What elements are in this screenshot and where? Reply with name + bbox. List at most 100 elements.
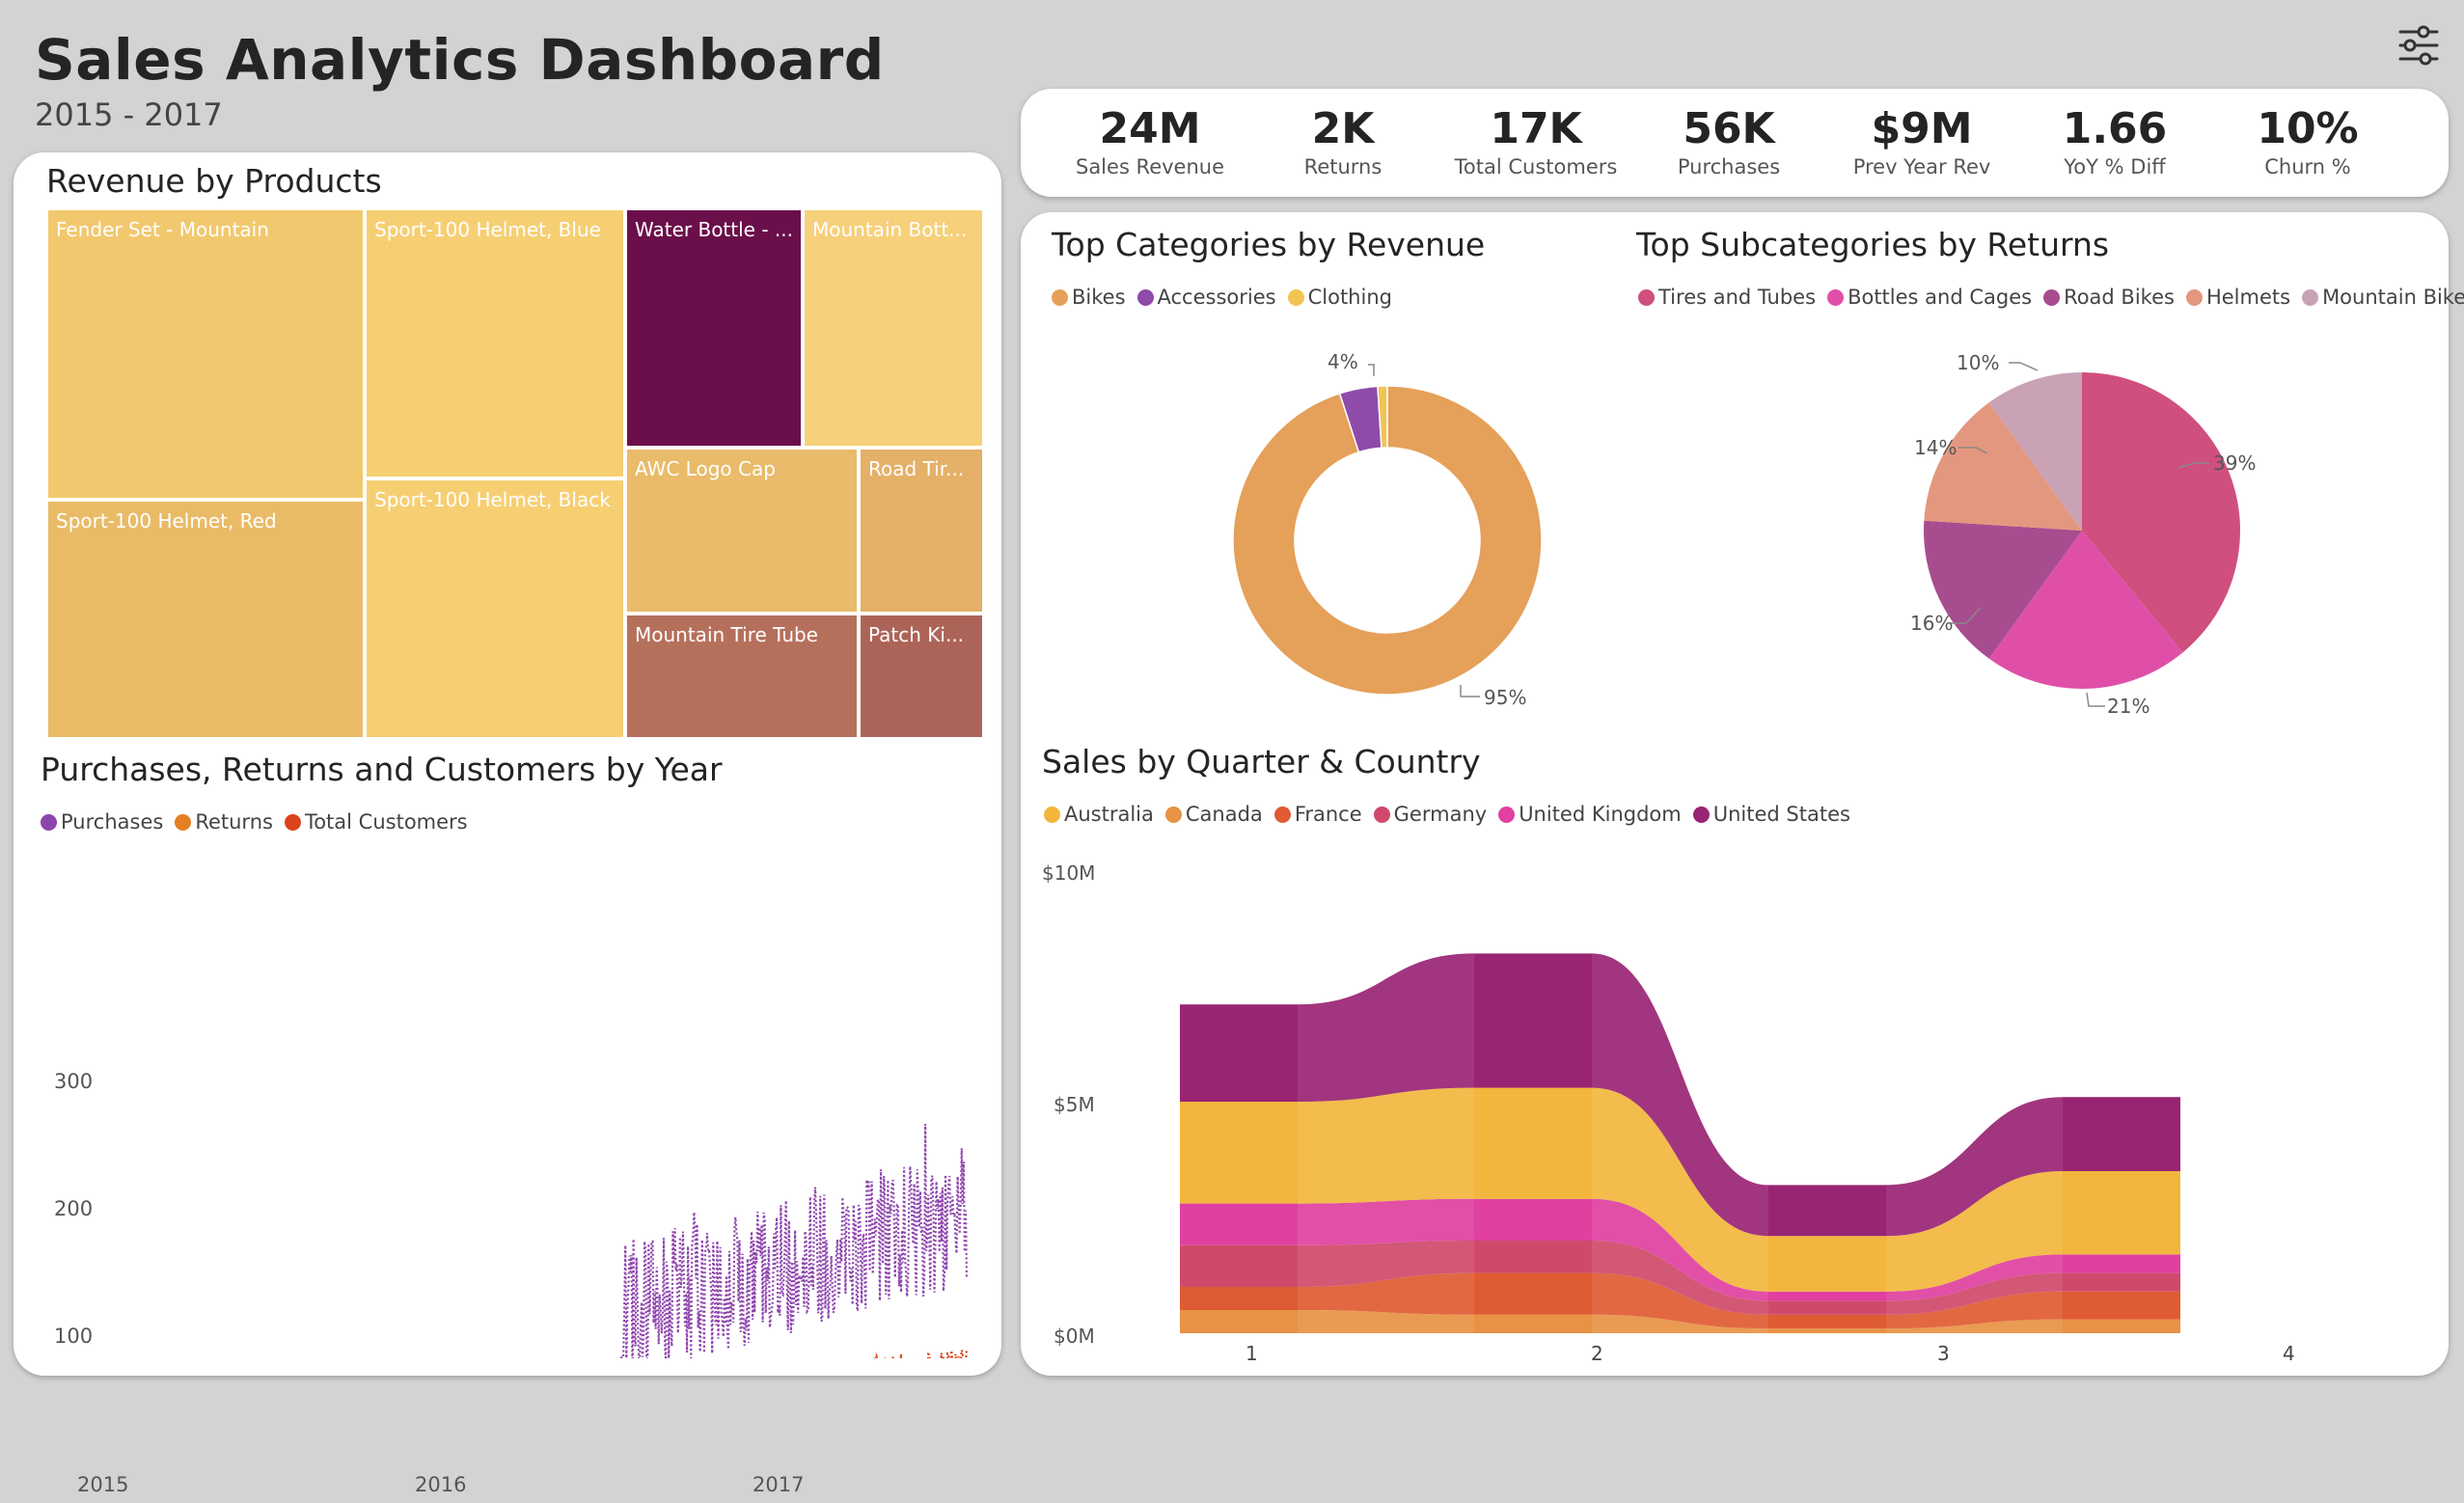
ribbon-segment[interactable] <box>2063 1097 2180 1171</box>
treemap-cell[interactable]: AWC Logo Cap <box>625 448 859 614</box>
ribbon-segment[interactable] <box>1768 1328 1886 1333</box>
donut-slice-bikes[interactable] <box>1232 385 1543 696</box>
ribbon-segment[interactable] <box>1474 1198 1592 1241</box>
treemap-cell[interactable]: Water Bottle - ... <box>625 208 803 448</box>
x-tick-label: 1 <box>1246 1342 1258 1365</box>
treemap-cell[interactable]: Sport-100 Helmet, Red <box>46 500 365 739</box>
ribbon-segment[interactable] <box>1180 1244 1298 1287</box>
legend-item[interactable]: Mountain Bikes <box>2302 286 2464 309</box>
kpi-value: 24M <box>1099 104 1201 153</box>
treemap-cell[interactable]: Patch Ki... <box>859 614 984 739</box>
legend-label: Mountain Bikes <box>2322 286 2464 309</box>
kpi-total-customers: 17K Total Customers <box>1439 89 1632 178</box>
y-tick-label: 200 <box>54 1197 93 1220</box>
legend-item[interactable]: Total Customers <box>284 810 468 833</box>
leader-line <box>1368 364 1375 376</box>
ribbon-segment[interactable] <box>1474 1314 1592 1333</box>
legend-label: Clothing <box>1307 286 1392 309</box>
legend-dot <box>1164 806 1182 823</box>
legend-item[interactable]: Clothing <box>1287 286 1392 309</box>
treemap-cell[interactable]: Mountain Bott... <box>803 208 984 448</box>
ribbon-segment[interactable] <box>1768 1236 1886 1292</box>
donut-label: 4% <box>1328 350 1358 373</box>
legend-label: Bikes <box>1072 286 1126 309</box>
legend-item[interactable]: Bottles and Cages <box>1827 286 2032 309</box>
treemap-cell[interactable]: Road Tir... <box>859 448 984 614</box>
ribbon-band[interactable] <box>1298 953 1474 1102</box>
legend-item[interactable]: Purchases <box>41 810 163 833</box>
kpi-returns: 2K Returns <box>1246 89 1439 178</box>
x-tick-label: 2016 <box>415 1473 466 1496</box>
legend-label: Accessories <box>1157 286 1276 309</box>
treemap-cell[interactable]: Sport-100 Helmet, Black <box>365 478 625 739</box>
kpi-label: Sales Revenue <box>1075 155 1225 178</box>
y-tick-label: $0M <box>1054 1325 1095 1348</box>
ribbon-band[interactable] <box>1298 1087 1474 1204</box>
ribbon-segment[interactable] <box>2063 1171 2180 1255</box>
ribbon-segment[interactable] <box>2063 1254 2180 1273</box>
pie-label: 21% <box>2107 695 2149 718</box>
legend-dot <box>175 813 192 831</box>
legend-item[interactable]: Australia <box>1044 803 1154 826</box>
ribbon-segment[interactable] <box>1180 1004 1298 1102</box>
ribbon-segment[interactable] <box>2063 1319 2180 1333</box>
legend-label: Returns <box>195 810 273 833</box>
legend-item[interactable]: Canada <box>1164 803 1263 826</box>
y-tick-label: 300 <box>54 1070 93 1093</box>
page-subtitle: 2015 - 2017 <box>35 96 223 133</box>
legend-item[interactable]: Returns <box>175 810 273 833</box>
kpi-label: Prev Year Rev <box>1852 155 1991 178</box>
legend-item[interactable]: United Kingdom <box>1498 803 1682 826</box>
legend-item[interactable]: United States <box>1692 803 1850 826</box>
legend-label: Bottles and Cages <box>1848 286 2033 309</box>
treemap-cell[interactable]: Mountain Tire Tube <box>625 614 859 739</box>
left-panel: Revenue by Products Fender Set - Mountai… <box>14 152 1001 1496</box>
legend-label: France <box>1294 803 1362 826</box>
kpi-label: Churn % <box>2264 155 2351 178</box>
legend-dot <box>1498 806 1516 823</box>
donut-legend: Bikes Accessories Clothing <box>1052 286 1392 309</box>
legend-dot <box>284 813 301 831</box>
ribbon-segment[interactable] <box>1180 1310 1298 1333</box>
treemap-cell[interactable]: Fender Set - Mountain <box>46 208 365 500</box>
legend-item[interactable]: Accessories <box>1136 286 1276 309</box>
legend-item[interactable]: Road Bikes <box>2043 286 2175 309</box>
legend-dot <box>1827 288 1845 306</box>
legend-label: Road Bikes <box>2064 286 2175 309</box>
ribbon-title: Sales by Quarter & Country <box>1042 743 1481 780</box>
series-line-purchases <box>619 1124 969 1358</box>
ribbon-segment[interactable] <box>1474 953 1592 1088</box>
filter-sliders-icon[interactable] <box>2396 23 2441 68</box>
legend-label: Purchases <box>61 810 164 833</box>
ribbon-band[interactable] <box>1298 1198 1474 1245</box>
legend-item[interactable]: France <box>1273 803 1362 826</box>
ribbon-segment[interactable] <box>1768 1291 1886 1301</box>
ribbon-segment[interactable] <box>1180 1203 1298 1245</box>
legend-item[interactable]: Bikes <box>1052 286 1126 309</box>
legend-item[interactable]: Tires and Tubes <box>1638 286 1816 309</box>
ribbon-segment[interactable] <box>1768 1185 1886 1237</box>
line-series <box>619 1124 969 1358</box>
ribbon-segment[interactable] <box>2063 1272 2180 1292</box>
y-tick-label: $10M <box>1042 861 1095 885</box>
kpi-value: $9M <box>1871 104 1973 153</box>
pie-label: 10% <box>1957 351 1999 374</box>
ribbon-segment[interactable] <box>1180 1287 1298 1310</box>
ribbon-segment[interactable] <box>2063 1291 2180 1320</box>
legend-dot <box>1287 288 1304 306</box>
ribbon-segment[interactable] <box>1768 1300 1886 1315</box>
ribbon-segment[interactable] <box>1474 1087 1592 1199</box>
pie-label: 16% <box>1910 612 1953 635</box>
line-chart-title: Purchases, Returns and Customers by Year <box>41 751 723 788</box>
treemap-cell[interactable]: Sport-100 Helmet, Blue <box>365 208 625 478</box>
legend-dot <box>2302 288 2319 306</box>
ribbon-legend: Australia Canada France Germany United K… <box>1044 803 1850 826</box>
legend-item[interactable]: Germany <box>1373 803 1488 826</box>
ribbon-segment[interactable] <box>1474 1241 1592 1273</box>
legend-item[interactable]: Helmets <box>2185 286 2290 309</box>
pie-chart: 39% 21% 16% 14% 10% <box>1910 351 2256 718</box>
ribbon-segment[interactable] <box>1768 1314 1886 1329</box>
legend-label: Germany <box>1393 803 1488 826</box>
ribbon-segment[interactable] <box>1180 1102 1298 1204</box>
ribbon-segment[interactable] <box>1474 1272 1592 1315</box>
